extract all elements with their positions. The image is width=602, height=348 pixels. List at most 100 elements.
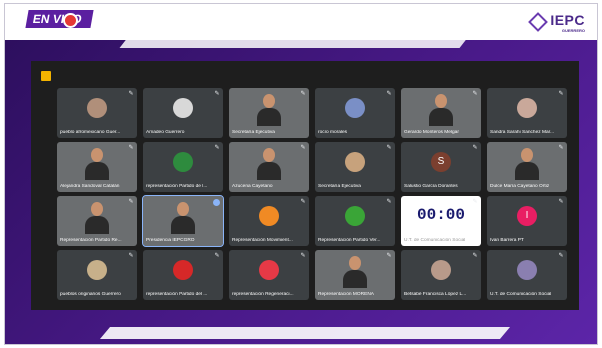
participant-tile[interactable]: ✎ Secretaría Ejecutiva xyxy=(229,88,309,138)
iepc-logo: IEPC GUERRERO xyxy=(531,12,585,33)
mic-muted-icon: ✎ xyxy=(300,253,306,259)
participant-avatar xyxy=(517,98,537,118)
mic-muted-icon: ✎ xyxy=(128,253,134,259)
mic-muted-icon: ✎ xyxy=(300,145,306,151)
participant-tile[interactable]: ✎ pueblos originarios Guerrero xyxy=(57,250,137,300)
participant-avatar xyxy=(517,260,537,280)
video-feed xyxy=(429,94,453,126)
participant-name: pueblo afromexicano Guer... xyxy=(60,130,121,135)
video-feed xyxy=(257,148,281,180)
participant-name: rocío morales xyxy=(318,130,348,135)
participant-avatar xyxy=(87,98,107,118)
participant-name: Secretaría Ejecutiva xyxy=(232,130,275,135)
participant-avatar xyxy=(173,260,193,280)
participant-avatar xyxy=(87,260,107,280)
participant-tile[interactable]: ✎ Representación Partido Re... xyxy=(57,196,137,246)
participant-tile[interactable]: ✎ U.T. de Comunicación Social xyxy=(487,250,567,300)
live-badge: EN VIVO xyxy=(25,10,94,28)
participant-tile[interactable]: ✎ representación Partido de l... xyxy=(143,142,223,192)
mic-muted-icon: ✎ xyxy=(386,253,392,259)
participant-tile[interactable]: ✎ Dulce María Cayetano Ortiz xyxy=(487,142,567,192)
countdown-timer: 00:00 xyxy=(416,206,465,224)
speaking-indicator-icon xyxy=(213,199,220,206)
participant-tile[interactable]: S ✎ Salustio García Dorantes xyxy=(401,142,481,192)
participant-tile[interactable]: Presidencia IEPCGRO xyxy=(142,195,224,247)
mic-muted-icon: ✎ xyxy=(128,91,134,97)
participant-name: U.T. de Comunicación Social xyxy=(490,292,552,297)
mic-muted-icon: ✎ xyxy=(300,91,306,97)
participant-tile[interactable]: ✎ representación Regeneraci... xyxy=(229,250,309,300)
participant-name: U.T. de Comunicación Social xyxy=(404,238,466,243)
participant-name: Alejandra Sandoval Catalán xyxy=(60,184,120,189)
participant-avatar xyxy=(259,260,279,280)
participant-tile[interactable]: ✎ pueblo afromexicano Guer... xyxy=(57,88,137,138)
mic-muted-icon: ✎ xyxy=(558,91,564,97)
participant-avatar xyxy=(345,152,365,172)
live-dot-icon xyxy=(63,13,78,28)
participant-tile[interactable]: ✎ Representación Movimient... xyxy=(229,196,309,246)
logo-text: IEPC xyxy=(550,12,585,28)
mic-muted-icon: ✎ xyxy=(128,199,134,205)
participant-avatar xyxy=(431,260,451,280)
participant-name: Representación Partido Ver... xyxy=(318,238,381,243)
participant-avatar xyxy=(173,98,193,118)
participant-tile[interactable]: 00:00 ✎ U.T. de Comunicación Social xyxy=(401,196,481,246)
participant-name: representación Regeneraci... xyxy=(232,292,294,297)
participant-avatar xyxy=(259,206,279,226)
mic-muted-icon: ✎ xyxy=(472,145,478,151)
video-feed xyxy=(85,202,109,234)
participant-avatar xyxy=(345,98,365,118)
participant-avatar xyxy=(345,206,365,226)
participant-tile[interactable]: ✎ Sandra Sarahi Sanchez Mar... xyxy=(487,88,567,138)
participant-tile[interactable]: ✎ Alejandra Sandoval Catalán xyxy=(57,142,137,192)
participant-name: Representación Movimient... xyxy=(232,238,293,243)
participant-name: Salustio García Dorantes xyxy=(404,184,458,189)
participant-name: representación Partido del ... xyxy=(146,292,208,297)
decorative-stripe xyxy=(119,34,471,48)
participant-tile[interactable]: ✎ Betsabé Francisca López L... xyxy=(401,250,481,300)
mic-muted-icon: ✎ xyxy=(128,145,134,151)
participant-avatar xyxy=(173,152,193,172)
mic-muted-icon: ✎ xyxy=(300,199,306,205)
mic-muted-icon: ✎ xyxy=(558,253,564,259)
mic-muted-icon: ✎ xyxy=(386,199,392,205)
mic-muted-icon: ✎ xyxy=(472,91,478,97)
video-feed xyxy=(85,148,109,180)
stream-frame: EN VIVO IEPC GUERRERO ✎ pueblo afromexica… xyxy=(4,3,598,345)
participant-tile[interactable]: ✎ Representación MORENA xyxy=(315,250,395,300)
participant-initial-avatar: I xyxy=(517,206,537,226)
mic-muted-icon: ✎ xyxy=(558,199,564,205)
participant-name: pueblos originarios Guerrero xyxy=(60,292,121,297)
participant-name: Dulce María Cayetano Ortiz xyxy=(490,184,550,189)
participant-name: Amadeo Guerrero xyxy=(146,130,185,135)
participant-tile[interactable]: ✎ rocío morales xyxy=(315,88,395,138)
participant-initial-avatar: S xyxy=(431,152,451,172)
participant-tile[interactable]: ✎ Amadeo Guerrero xyxy=(143,88,223,138)
participant-name: Representación MORENA xyxy=(318,292,374,297)
mic-muted-icon: ✎ xyxy=(214,91,220,97)
decorative-bottom-stripe xyxy=(99,327,511,339)
participant-tile[interactable]: I ✎ Ivan Barrera PT xyxy=(487,196,567,246)
video-feed xyxy=(515,148,539,180)
participant-name: Ivan Barrera PT xyxy=(490,238,524,243)
meeting-info-icon[interactable] xyxy=(41,71,51,81)
participant-tile[interactable]: ✎ Gerardo Monteros Melgar xyxy=(401,88,481,138)
mic-muted-icon: ✎ xyxy=(214,145,220,151)
participant-name: Presidencia IEPCGRO xyxy=(146,238,195,243)
video-feed xyxy=(171,202,195,234)
mic-muted-icon: ✎ xyxy=(472,199,478,205)
participant-name: Sandra Sarahi Sanchez Mar... xyxy=(490,130,554,135)
logo-subtext: GUERRERO xyxy=(561,28,585,33)
participant-tile[interactable]: ✎ Secretaría Ejecutiva xyxy=(315,142,395,192)
participant-name: Azucena Cayetano xyxy=(232,184,273,189)
video-feed xyxy=(257,94,281,126)
mic-muted-icon: ✎ xyxy=(386,91,392,97)
participant-tile[interactable]: ✎ Representación Partido Ver... xyxy=(315,196,395,246)
participant-tile[interactable]: ✎ Azucena Cayetano xyxy=(229,142,309,192)
participant-name: Betsabé Francisca López L... xyxy=(404,292,467,297)
participant-name: Representación Partido Re... xyxy=(60,238,122,243)
participant-name: Secretaría Ejecutiva xyxy=(318,184,361,189)
participant-tile[interactable]: ✎ representación Partido del ... xyxy=(143,250,223,300)
iepc-diamond-icon xyxy=(531,13,547,27)
mic-muted-icon: ✎ xyxy=(472,253,478,259)
